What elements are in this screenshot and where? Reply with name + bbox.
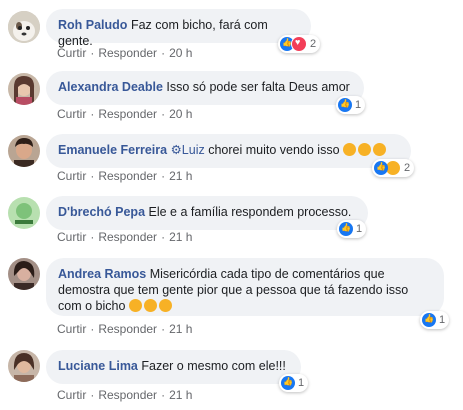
comment-actions: Curtir · Responder · 21 h (57, 388, 192, 402)
like-icon (339, 222, 353, 236)
avatar[interactable] (8, 11, 40, 43)
separator: · (90, 322, 95, 336)
separator: · (161, 46, 166, 60)
timestamp[interactable]: 21 h (169, 388, 192, 402)
comment-actions: Curtir · Responder · 21 h (57, 230, 192, 244)
separator: · (161, 107, 166, 121)
laughing-emoji-icon (143, 299, 157, 312)
timestamp[interactable]: 21 h (169, 322, 192, 336)
timestamp[interactable]: 20 h (169, 107, 192, 121)
reaction-summary[interactable]: 2 (372, 159, 415, 177)
reply-link[interactable]: Responder (98, 322, 157, 336)
comment-bubble: Emanuele Ferreira ⚙Luiz chorei muito ven… (46, 134, 411, 168)
love-icon (291, 36, 307, 52)
reaction-count: 2 (310, 38, 317, 50)
separator: · (90, 169, 95, 183)
reaction-summary[interactable]: 1 (337, 220, 367, 238)
comment-text: Ele e a família respondem processo. (148, 205, 352, 219)
comment-text-line-3: com o bicho (58, 299, 126, 313)
crying-emoji-icon (373, 143, 387, 156)
comment-bubble: Luciane Lima Fazer o mesmo com ele!!! (46, 350, 301, 384)
comment-actions: Curtir · Responder · 20 h (57, 107, 192, 121)
comment-bubble: Alexandra Deable Isso só pode ser falta … (46, 71, 364, 105)
crying-emoji-icon (358, 143, 372, 156)
gear-icon: ⚙ (170, 143, 182, 157)
timestamp[interactable]: 20 h (169, 46, 192, 60)
timestamp[interactable]: 21 h (169, 169, 192, 183)
comment-actions: Curtir · Responder · 21 h (57, 322, 192, 336)
like-icon (374, 161, 388, 175)
like-link[interactable]: Curtir (57, 322, 86, 336)
avatar[interactable] (8, 135, 40, 167)
reaction-count: 1 (355, 99, 362, 111)
like-link[interactable]: Curtir (57, 46, 86, 60)
comment-bubble: Roh Paludo Faz com bicho, fará com gente… (46, 9, 311, 48)
separator: · (161, 169, 166, 183)
comment-text-line-2: demostra que tem gente pior que a pessoa… (58, 283, 409, 297)
avatar[interactable] (8, 73, 40, 105)
comment-bubble: D'brechó Pepa Ele e a família respondem … (46, 196, 368, 230)
like-icon (422, 313, 436, 327)
reaction-summary[interactable]: 1 (279, 374, 309, 392)
like-icon (338, 98, 352, 112)
comment-text: chorei muito vendo isso (208, 143, 340, 157)
separator: · (90, 388, 95, 402)
timestamp[interactable]: 21 h (169, 230, 192, 244)
author-name[interactable]: Roh Paludo (58, 18, 127, 32)
reaction-count: 1 (439, 314, 446, 326)
reply-link[interactable]: Responder (98, 169, 157, 183)
reply-link[interactable]: Responder (98, 388, 157, 402)
separator: · (161, 230, 166, 244)
like-link[interactable]: Curtir (57, 107, 86, 121)
reaction-count: 2 (404, 162, 411, 174)
separator: · (90, 46, 95, 60)
like-link[interactable]: Curtir (57, 169, 86, 183)
author-name[interactable]: Alexandra Deable (58, 80, 163, 94)
mention-link[interactable]: Luiz (182, 143, 205, 157)
reaction-count: 1 (298, 377, 305, 389)
author-name[interactable]: Emanuele Ferreira (58, 143, 167, 157)
comment-text: Isso só pode ser falta Deus amor (166, 80, 350, 94)
crying-emoji-icon (343, 143, 357, 156)
reaction-summary[interactable]: 1 (336, 96, 366, 114)
comment-text-line-1: Misericórdia cada tipo de comentários qu… (149, 267, 385, 281)
reply-link[interactable]: Responder (98, 107, 157, 121)
author-name[interactable]: Andrea Ramos (58, 267, 146, 281)
avatar[interactable] (8, 258, 40, 290)
like-link[interactable]: Curtir (57, 230, 86, 244)
reaction-summary[interactable]: 1 (420, 311, 450, 329)
reaction-summary[interactable]: 2 (278, 35, 321, 53)
comment-actions: Curtir · Responder · 20 h (57, 46, 192, 60)
author-name[interactable]: Luciane Lima (58, 359, 138, 373)
laughing-emoji-icon (128, 299, 142, 312)
separator: · (90, 230, 95, 244)
reply-link[interactable]: Responder (98, 230, 157, 244)
avatar[interactable] (8, 350, 40, 382)
separator: · (161, 322, 166, 336)
like-link[interactable]: Curtir (57, 388, 86, 402)
laughing-emoji-icon (158, 299, 172, 312)
author-name[interactable]: D'brechó Pepa (58, 205, 145, 219)
separator: · (161, 388, 166, 402)
avatar[interactable] (8, 197, 40, 229)
comment-text: Fazer o mesmo com ele!!! (141, 359, 286, 373)
like-icon (281, 376, 295, 390)
comment-actions: Curtir · Responder · 21 h (57, 169, 192, 183)
reaction-count: 1 (356, 223, 363, 235)
reply-link[interactable]: Responder (98, 46, 157, 60)
comment-bubble: Andrea Ramos Misericórdia cada tipo de c… (46, 258, 444, 316)
separator: · (90, 107, 95, 121)
